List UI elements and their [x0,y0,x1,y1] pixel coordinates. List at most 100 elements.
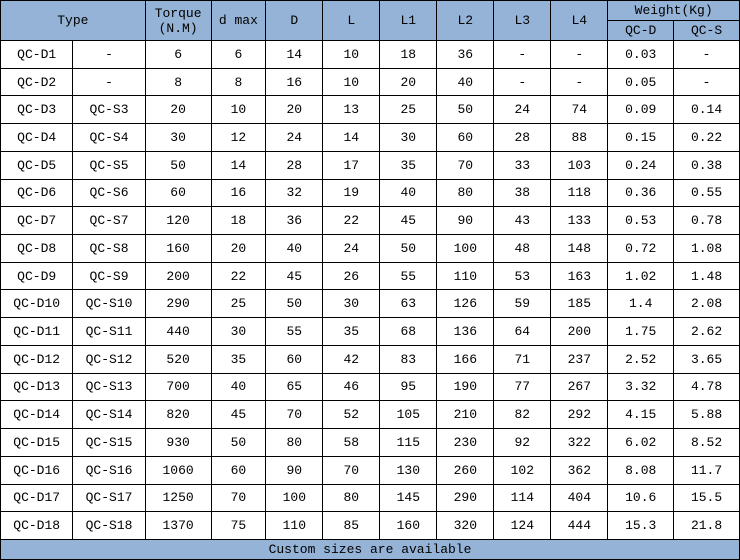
table-row: QC-D13QC-S1370040654695190772673.324.78 [1,373,740,401]
table-cell: 100 [437,235,494,263]
table-cell: 0.14 [674,96,740,124]
table-cell: 6 [145,41,211,69]
table-row: QC-D9QC-S920022452655110531631.021.48 [1,262,740,290]
table-cell: 12 [211,124,266,152]
table-row: QC-D11QC-S1144030553568136642001.752.62 [1,318,740,346]
table-cell: 24 [323,235,380,263]
table-cell: 70 [437,151,494,179]
table-cell: 133 [551,207,608,235]
table-cell: 92 [494,429,551,457]
table-cell: 110 [437,262,494,290]
table-body: QC-D1-6614101836--0.03-QC-D2-8816102040-… [1,41,740,540]
table-cell: 35 [380,151,437,179]
table-cell: 36 [266,207,323,235]
table-cell: QC-D1 [1,41,73,69]
table-cell: 0.78 [674,207,740,235]
table-cell: QC-S3 [73,96,145,124]
table-cell: QC-D2 [1,68,73,96]
table-cell: - [494,41,551,69]
table-cell: 145 [380,484,437,512]
table-cell: QC-S17 [73,484,145,512]
table-cell: 68 [380,318,437,346]
table-cell: 0.24 [608,151,674,179]
table-cell: 185 [551,290,608,318]
table-cell: 267 [551,373,608,401]
table-cell: 1.08 [674,235,740,263]
table-cell: 22 [211,262,266,290]
header-qcd: QC-D [608,21,674,41]
header-type: Type [1,1,146,41]
table-cell: QC-D4 [1,124,73,152]
table-cell: QC-S14 [73,401,145,429]
table-cell: QC-S6 [73,179,145,207]
table-cell: 136 [437,318,494,346]
table-cell: 55 [266,318,323,346]
table-cell: 75 [211,512,266,540]
table-cell: 18 [211,207,266,235]
table-cell: 1.48 [674,262,740,290]
table-cell: 60 [266,345,323,373]
table-row: QC-D18QC-S181370751108516032012444415.32… [1,512,740,540]
table-cell: QC-D11 [1,318,73,346]
table-cell: 0.55 [674,179,740,207]
table-cell: 290 [145,290,211,318]
footer-note: Custom sizes are available [1,540,740,560]
table-cell: 2.08 [674,290,740,318]
table-cell: - [73,68,145,96]
table-cell: 24 [266,124,323,152]
table-cell: 110 [266,512,323,540]
table-cell: 6 [211,41,266,69]
table-cell: QC-S4 [73,124,145,152]
table-cell: QC-S7 [73,207,145,235]
table-cell: 60 [211,456,266,484]
table-cell: QC-S18 [73,512,145,540]
table-cell: QC-S12 [73,345,145,373]
table-cell: 14 [323,124,380,152]
table-cell: 50 [266,290,323,318]
table-cell: 26 [323,262,380,290]
table-cell: 163 [551,262,608,290]
table-cell: 85 [323,512,380,540]
header-l3: L3 [494,1,551,41]
table-cell: QC-D6 [1,179,73,207]
table-cell: 58 [323,429,380,457]
table-cell: 53 [494,262,551,290]
header-l: L [323,1,380,41]
table-cell: 100 [266,484,323,512]
table-cell: 30 [145,124,211,152]
table-cell: 17 [323,151,380,179]
table-cell: 30 [323,290,380,318]
table-cell: 35 [211,345,266,373]
table-cell: 30 [380,124,437,152]
table-cell: 15.5 [674,484,740,512]
table-cell: 38 [494,179,551,207]
table-cell: 63 [380,290,437,318]
table-cell: 25 [211,290,266,318]
table-cell: 210 [437,401,494,429]
header-torque-top: Torque [155,6,202,21]
table-cell: 120 [145,207,211,235]
table-cell: 30 [211,318,266,346]
table-cell: 230 [437,429,494,457]
table-cell: 59 [494,290,551,318]
table-cell: 50 [211,429,266,457]
table-cell: 0.36 [608,179,674,207]
table-cell: QC-D17 [1,484,73,512]
table-cell: QC-S9 [73,262,145,290]
table-cell: QC-D3 [1,96,73,124]
table-cell: 40 [211,373,266,401]
table-cell: 4.78 [674,373,740,401]
table-cell: 22 [323,207,380,235]
table-row: QC-D15QC-S15930508058115230923226.028.52 [1,429,740,457]
table-row: QC-D4QC-S430122414306028880.150.22 [1,124,740,152]
table-cell: 16 [211,179,266,207]
header-d: D [266,1,323,41]
table-cell: 1.4 [608,290,674,318]
table-cell: QC-S15 [73,429,145,457]
table-cell: QC-D8 [1,235,73,263]
table-cell: 16 [266,68,323,96]
table-cell: 130 [380,456,437,484]
header-torque: Torque (N.M) [145,1,211,41]
table-cell: 103 [551,151,608,179]
table-cell: 8 [145,68,211,96]
